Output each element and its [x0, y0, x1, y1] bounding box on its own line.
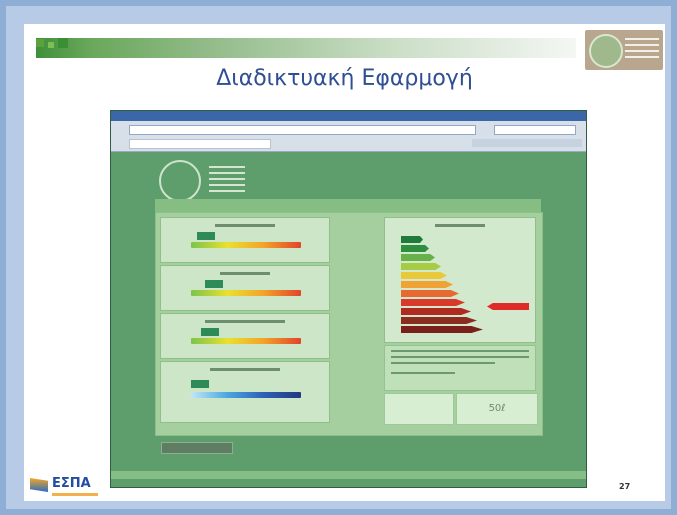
energy-band	[401, 326, 483, 333]
energy-band	[401, 281, 453, 288]
value-box: 50ℓ	[456, 393, 538, 425]
energy-band	[401, 254, 435, 261]
scale-bar	[191, 338, 301, 344]
energy-class-chart	[384, 217, 536, 343]
indicator-card	[160, 217, 330, 263]
organization-logo	[585, 30, 663, 70]
decor-square	[58, 38, 68, 48]
browser-title-bar	[111, 111, 586, 121]
app-content: 50ℓ	[111, 152, 586, 487]
slide-frame: Διαδικτυακή Εφαρμογή 50ℓ ΕΣΠΑ 27	[6, 6, 671, 509]
energy-band	[401, 236, 423, 243]
app-logo-icon	[159, 160, 201, 202]
scale-bar	[191, 290, 301, 296]
espa-text: ΕΣΠΑ	[52, 476, 91, 491]
espa-logo: ΕΣΠΑ	[30, 476, 102, 500]
value-marker	[205, 280, 223, 288]
seal-icon	[589, 34, 623, 68]
results-header	[155, 199, 541, 212]
energy-band	[401, 263, 441, 270]
app-logo-text	[209, 166, 245, 196]
top-gradient-bar	[36, 38, 576, 58]
slide-title: Διαδικτυακή Εφαρμογή	[216, 66, 473, 91]
energy-band	[401, 299, 465, 306]
info-box	[384, 393, 454, 425]
indicator-card	[160, 265, 330, 311]
browser-window: 50ℓ	[110, 110, 587, 488]
browser-toolbar[interactable]	[472, 139, 582, 147]
energy-band	[401, 317, 477, 324]
action-button[interactable]	[161, 442, 233, 454]
decor-square	[48, 42, 54, 48]
browser-tab[interactable]	[129, 139, 271, 149]
indicator-card	[160, 313, 330, 359]
energy-band	[401, 272, 447, 279]
flag-icon	[30, 478, 48, 492]
class-pointer	[487, 303, 529, 310]
scale-bar	[191, 242, 301, 248]
energy-band	[401, 245, 429, 252]
footer-stripe	[111, 471, 586, 479]
results-panel: 50ℓ	[155, 212, 543, 436]
presentation-slide: Διαδικτυακή Εφαρμογή 50ℓ ΕΣΠΑ 27	[24, 24, 665, 501]
browser-chrome	[111, 111, 586, 152]
energy-band	[401, 308, 471, 315]
value-marker	[197, 232, 215, 240]
espa-underline	[52, 493, 98, 496]
notes-box	[384, 345, 536, 391]
co2-scale-bar	[191, 392, 301, 398]
browser-search-box[interactable]	[494, 125, 576, 135]
co2-card	[160, 361, 330, 423]
page-number: 27	[619, 482, 631, 491]
address-bar[interactable]	[129, 125, 476, 135]
energy-band	[401, 290, 459, 297]
value-marker	[201, 328, 219, 336]
value-marker	[191, 380, 209, 388]
decor-square	[36, 39, 44, 47]
